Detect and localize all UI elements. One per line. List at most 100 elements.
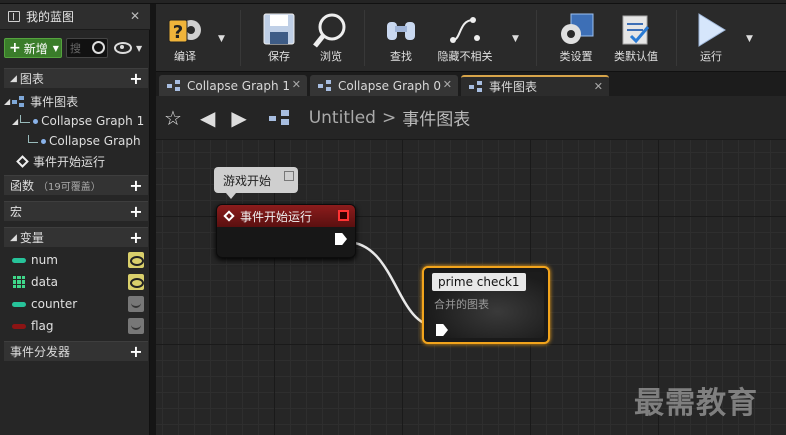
search-input[interactable]: 搜: [66, 38, 108, 58]
chevron-down-icon: ▼: [52, 43, 59, 53]
add-new-button[interactable]: + 新增 ▼: [4, 38, 62, 58]
tree-item-collapse-graph-1[interactable]: ◢ Collapse Graph 1: [12, 111, 156, 131]
play-button[interactable]: 运行: [686, 8, 736, 68]
variable-name: flag: [31, 319, 54, 333]
chevron-down-icon[interactable]: ▼: [136, 44, 142, 53]
expand-arrow-icon: ◢: [4, 96, 11, 106]
tab-collapse-graph-0[interactable]: Collapse Graph 0 ✕: [310, 75, 458, 96]
tree-item-label: Collapse Graph: [49, 134, 141, 148]
section-functions-note: （19可覆盖）: [38, 182, 101, 193]
browse-button[interactable]: 浏览: [306, 8, 356, 68]
save-button[interactable]: 保存: [254, 8, 304, 68]
node-comment-text: 游戏开始: [223, 173, 272, 188]
tab-event-graph[interactable]: 事件图表 ✕: [461, 75, 609, 96]
binoculars-icon: [387, 22, 415, 40]
compile-button[interactable]: ? 编译: [160, 8, 210, 68]
toolbar-separator: [536, 10, 537, 66]
tree-item-event-graph[interactable]: ◢ 事件图表: [4, 91, 148, 111]
add-function-button[interactable]: +: [128, 178, 144, 194]
new-search-row: + 新增 ▼ 搜 ▼: [4, 37, 146, 59]
variable-row-counter[interactable]: counter: [4, 293, 148, 315]
save-disk-icon: [263, 13, 295, 45]
hide-unrelated-button[interactable]: 隐藏不相关: [430, 8, 500, 68]
class-defaults-checklist-icon: [622, 15, 650, 45]
close-icon[interactable]: ✕: [130, 9, 140, 23]
toolbar-separator: [676, 10, 677, 66]
add-event-dispatcher-button[interactable]: +: [128, 344, 144, 360]
section-graphs[interactable]: ◢ 图表 +: [4, 68, 148, 88]
compile-label: 编译: [174, 50, 196, 63]
variable-type-icon: [12, 301, 26, 307]
collapse-arrow-icon: ◢: [10, 232, 17, 243]
variable-name: counter: [31, 297, 78, 311]
collapsed-graph-node[interactable]: prime check1 合并的图表: [422, 266, 550, 344]
tab-label: 事件图表: [489, 80, 538, 94]
event-icon: [223, 210, 235, 222]
collapsed-node-title[interactable]: prime check1: [432, 273, 526, 291]
hide-unrelated-icon: [450, 17, 480, 43]
collapsed-node-subtitle: 合并的图表: [434, 298, 489, 311]
variable-row-num[interactable]: num: [4, 249, 148, 271]
variable-row-data[interactable]: data: [4, 271, 148, 293]
node-comment-bubble[interactable]: 游戏开始: [214, 167, 298, 199]
compile-options-chevron-icon[interactable]: ▼: [218, 34, 225, 44]
watermark-text: 最需教育: [634, 386, 758, 421]
class-settings-label: 类设置: [559, 50, 593, 63]
variable-type-icon: [12, 257, 26, 263]
variable-name: data: [31, 275, 59, 289]
tree-item-collapse-graph[interactable]: Collapse Graph: [28, 131, 172, 151]
graph-icon: [167, 80, 181, 91]
section-graphs-label: 图表: [19, 72, 44, 86]
my-blueprint-panel: 我的蓝图 ✕ + 新增 ▼ 搜 ▼ ◢ 图表 + ◢ 事件图表 ◢ Collap…: [0, 4, 150, 435]
section-variables[interactable]: ◢ 变量 +: [4, 227, 148, 247]
add-graph-button[interactable]: +: [128, 71, 144, 87]
event-icon: [16, 154, 29, 168]
section-functions-label: 函数: [10, 179, 35, 193]
exec-output-pin[interactable]: [335, 233, 347, 245]
tab-label: Collapse Graph 0: [338, 78, 442, 93]
event-begin-play-node[interactable]: 事件开始运行: [216, 204, 356, 258]
visibility-eye-icon[interactable]: [128, 252, 144, 268]
tree-item-label: 事件图表: [30, 94, 79, 109]
node-dot-icon: [33, 118, 39, 124]
event-node-header: 事件开始运行: [217, 205, 355, 227]
browse-magnifier-icon: [313, 13, 346, 48]
add-macro-button[interactable]: +: [128, 204, 144, 220]
save-label: 保存: [268, 50, 290, 63]
array-type-icon: [13, 276, 25, 288]
tab-close-icon[interactable]: ✕: [292, 78, 301, 91]
find-button[interactable]: 查找: [376, 8, 426, 68]
tab-collapse-graph-1[interactable]: Collapse Graph 1 ✕: [159, 75, 307, 96]
play-options-chevron-icon[interactable]: ▼: [746, 34, 753, 44]
link-icon: [20, 115, 31, 123]
hide-unrelated-chevron-icon[interactable]: ▼: [512, 34, 519, 44]
pin-icon[interactable]: [284, 171, 294, 181]
delegate-pin-icon[interactable]: [338, 210, 349, 221]
class-settings-button[interactable]: 类设置: [548, 8, 604, 68]
section-event-dispatchers[interactable]: 事件分发器 +: [4, 341, 148, 361]
compile-icon: ?: [168, 19, 201, 43]
toolbar: ? 编译 ▼ 保存 浏览 查找 隐藏不相关 ▼ 类设置 类默认值 运行 ▼: [156, 4, 786, 72]
visibility-eye-icon[interactable]: [128, 274, 144, 290]
variable-row-flag[interactable]: flag: [4, 315, 148, 337]
node-dot-icon: [41, 138, 46, 144]
link-icon: [28, 135, 38, 143]
section-functions[interactable]: 函数 （19可覆盖） +: [4, 175, 148, 195]
section-macros[interactable]: 宏 +: [4, 201, 148, 221]
tab-close-icon[interactable]: ✕: [594, 80, 603, 93]
eye-icon[interactable]: [114, 42, 132, 54]
svg-text:?: ?: [173, 22, 183, 43]
graph-canvas[interactable]: ☆ ◀ ▶ Untitled > 事件图表 游戏开始 事件开始运行 prime: [156, 96, 786, 435]
class-defaults-button[interactable]: 类默认值: [608, 8, 664, 68]
add-variable-button[interactable]: +: [128, 230, 144, 246]
my-blueprint-title: 我的蓝图: [26, 10, 75, 24]
visibility-closed-eye-icon[interactable]: [128, 318, 144, 334]
play-icon: [698, 13, 726, 47]
my-blueprint-tab[interactable]: 我的蓝图 ✕: [0, 4, 150, 30]
class-settings-gear-icon: [561, 13, 594, 44]
blueprint-editor: 我的蓝图 ✕ + 新增 ▼ 搜 ▼ ◢ 图表 + ◢ 事件图表 ◢ Collap…: [0, 0, 786, 435]
tab-close-icon[interactable]: ✕: [443, 78, 452, 91]
tree-item-begin-play[interactable]: 事件开始运行: [14, 151, 158, 171]
section-variables-label: 变量: [19, 231, 44, 245]
visibility-closed-eye-icon[interactable]: [128, 296, 144, 312]
